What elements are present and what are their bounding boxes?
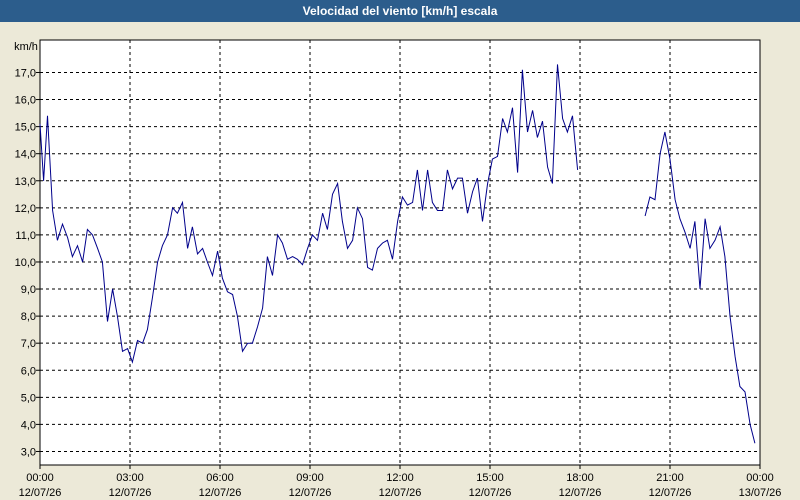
y-tick-label: 4,0 [21,419,36,431]
x-tick-time-label: 18:00 [566,472,594,484]
y-tick-label: 3,0 [21,446,36,458]
chart-window: Velocidad del viento [km/h] escala 3,0 4,… [0,0,800,500]
x-axis: 00:00 12/07/26 03:00 12/07/26 06:00 12/07/26 0… [19,465,782,499]
x-tick-date-label: 12/07/26 [289,487,332,499]
y-tick-label: 17,0 [15,67,36,79]
x-tick-date-label: 12/07/26 [379,487,422,499]
y-tick-label: 6,0 [21,365,36,377]
x-tick-date-label: 12/07/26 [109,487,152,499]
x-tick-date-label: 12/07/26 [559,487,602,499]
x-tick-time-label: 09:00 [296,472,324,484]
x-tick-time-label: 15:00 [476,472,504,484]
y-tick-label: 8,0 [21,311,36,323]
x-tick-date-label: 12/07/26 [469,487,512,499]
x-tick-time-label: 00:00 [26,472,54,484]
chart-title: Velocidad del viento [km/h] escala [0,0,800,22]
y-tick-label: 10,0 [15,257,36,269]
y-tick-label: 15,0 [15,122,36,134]
x-tick-date-label: 13/07/26 [739,487,782,499]
y-tick-label: 5,0 [21,392,36,404]
x-tick-time-label: 00:00 [746,472,774,484]
x-tick-date-label: 12/07/26 [199,487,242,499]
chart-canvas: 3,0 4,0 5,0 6,0 7,0 8,0 9,0 10,0 11,0 12,0 13,0 14,… [14,39,782,499]
y-axis: 3,0 4,0 5,0 6,0 7,0 8,0 9,0 10,0 11,0 12,0 13,0 14,… [15,67,40,458]
x-tick-date-label: 12/07/26 [649,487,692,499]
x-tick-time-label: 06:00 [206,472,234,484]
x-tick-date-label: 12/07/26 [19,487,62,499]
y-tick-label: 16,0 [15,95,36,107]
x-tick-time-label: 12:00 [386,472,414,484]
y-tick-label: 13,0 [15,176,36,188]
y-axis-label: km/h [14,41,38,53]
y-tick-label: 12,0 [15,203,36,215]
y-tick-label: 14,0 [15,149,36,161]
x-tick-time-label: 21:00 [656,472,684,484]
x-tick-time-label: 03:00 [116,472,144,484]
y-tick-label: 7,0 [21,338,36,350]
y-tick-label: 11,0 [15,230,36,242]
y-tick-label: 9,0 [21,284,36,296]
